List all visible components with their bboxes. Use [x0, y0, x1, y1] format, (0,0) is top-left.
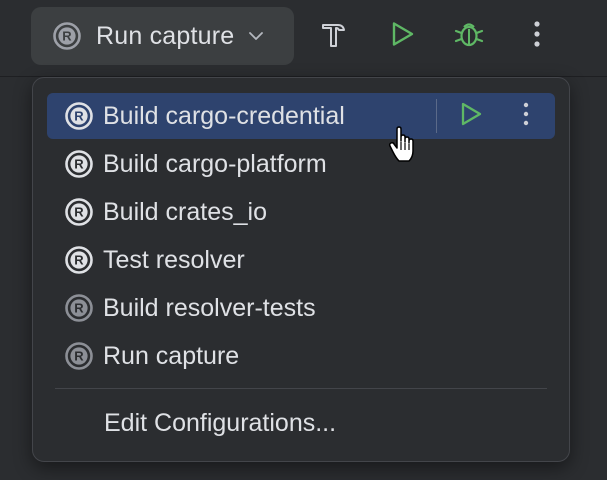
- svg-text:R: R: [62, 29, 72, 44]
- menu-item-label: Build cargo-platform: [103, 149, 327, 178]
- build-button[interactable]: [311, 14, 355, 58]
- svg-text:R: R: [74, 301, 84, 316]
- item-actions: [436, 93, 555, 139]
- debug-icon: [453, 18, 485, 55]
- svg-text:R: R: [74, 205, 84, 220]
- run-button[interactable]: [380, 14, 424, 58]
- menu-item-label: Test resolver: [103, 245, 245, 274]
- menu-item-test-resolver[interactable]: R Test resolver: [47, 237, 555, 283]
- svg-text:R: R: [74, 109, 84, 124]
- run-icon: [388, 20, 416, 53]
- run-configuration-selector[interactable]: R Run capture: [31, 7, 294, 65]
- more-vertical-icon: [533, 20, 541, 53]
- svg-text:R: R: [74, 253, 84, 268]
- menu-item-label: Build crates_io: [103, 197, 267, 226]
- menu-item-build-cargo-credential[interactable]: R Build cargo-credential: [47, 93, 555, 139]
- run-configuration-label: Run capture: [96, 21, 235, 50]
- svg-text:R: R: [74, 349, 84, 364]
- rust-icon: R: [53, 22, 81, 50]
- menu-item-label: Run capture: [103, 341, 240, 370]
- rust-icon: R: [65, 198, 93, 226]
- rust-icon: R: [65, 150, 93, 178]
- edit-configurations-item[interactable]: Edit Configurations...: [47, 400, 555, 446]
- main-toolbar: R Run capture: [0, 0, 607, 77]
- divider: [436, 99, 437, 133]
- rust-icon: R: [65, 246, 93, 274]
- menu-item-label: Build resolver-tests: [103, 293, 316, 322]
- menu-item-label: Build cargo-credential: [103, 101, 345, 130]
- debug-button[interactable]: [447, 14, 491, 58]
- menu-item-build-resolver-tests[interactable]: R Build resolver-tests: [47, 285, 555, 331]
- rust-icon: R: [65, 294, 93, 322]
- item-more-button[interactable]: [511, 96, 541, 136]
- menu-separator: [55, 388, 547, 389]
- run-icon: [458, 101, 484, 132]
- menu-item-run-capture[interactable]: R Run capture: [47, 333, 555, 379]
- chevron-down-icon: [248, 31, 264, 41]
- hammer-icon: [318, 19, 348, 54]
- rust-icon: R: [65, 342, 93, 370]
- svg-text:R: R: [74, 157, 84, 172]
- menu-item-build-cargo-platform[interactable]: R Build cargo-platform: [47, 141, 555, 187]
- run-configurations-popup: R Build cargo-credential R Build cargo-p…: [32, 77, 570, 462]
- more-vertical-icon: [523, 102, 529, 131]
- rust-icon: R: [65, 102, 93, 130]
- more-actions-button[interactable]: [515, 14, 559, 58]
- menu-item-build-crates-io[interactable]: R Build crates_io: [47, 189, 555, 235]
- item-run-button[interactable]: [451, 96, 491, 136]
